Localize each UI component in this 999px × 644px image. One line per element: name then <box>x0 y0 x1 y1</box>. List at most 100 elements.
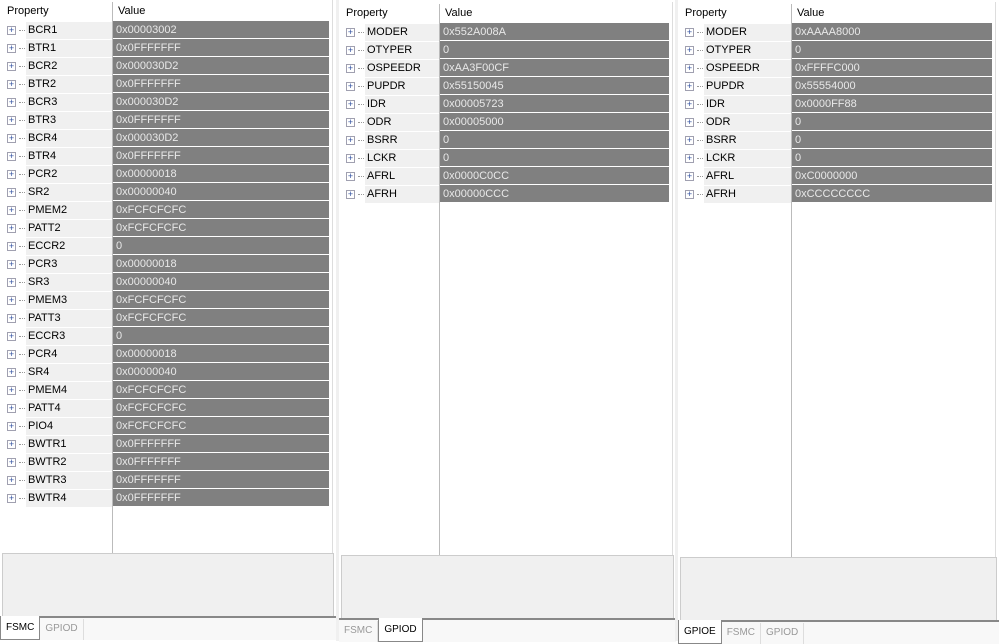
table-row[interactable]: + ECCR2 0 <box>1 237 332 255</box>
expand-plus-icon[interactable]: + <box>7 25 16 35</box>
table-row[interactable]: + BWTR2 0x0FFFFFFF <box>1 453 332 471</box>
table-row[interactable]: + BSRR 0 <box>679 131 995 149</box>
table-row[interactable]: + ODR 0 <box>679 113 995 131</box>
expand-plus-icon[interactable]: + <box>7 169 16 179</box>
expand-plus-icon[interactable]: + <box>685 99 694 109</box>
table-row[interactable]: + PMEM4 0xFCFCFCFC <box>1 381 332 399</box>
tab-gpioe[interactable]: GPIOE <box>678 620 722 644</box>
property-value[interactable]: 0x00000CCC <box>439 185 669 203</box>
table-row[interactable]: + PATT4 0xFCFCFCFC <box>1 399 332 417</box>
table-row[interactable]: + AFRH 0x00000CCC <box>340 185 672 203</box>
property-value[interactable]: 0x000030D2 <box>112 57 329 75</box>
property-value[interactable]: 0x000030D2 <box>112 129 329 147</box>
expand-plus-icon[interactable]: + <box>7 493 16 503</box>
expand-plus-icon[interactable]: + <box>7 295 16 305</box>
expand-plus-icon[interactable]: + <box>7 277 16 287</box>
table-row[interactable]: + SR2 0x00000040 <box>1 183 332 201</box>
property-value[interactable]: 0xCCCCCCCC <box>791 185 992 203</box>
property-value[interactable]: 0 <box>791 131 992 149</box>
table-row[interactable]: + PATT2 0xFCFCFCFC <box>1 219 332 237</box>
property-value[interactable]: 0 <box>439 149 669 167</box>
property-value[interactable]: 0x0FFFFFFF <box>112 75 329 93</box>
table-row[interactable]: + SR3 0x00000040 <box>1 273 332 291</box>
property-value[interactable]: 0xAAAA8000 <box>791 23 992 41</box>
value-column-header[interactable]: Value <box>112 5 145 17</box>
expand-plus-icon[interactable]: + <box>685 27 694 37</box>
expand-plus-icon[interactable]: + <box>346 81 355 91</box>
property-value[interactable]: 0xFCFCFCFC <box>112 291 329 309</box>
property-value[interactable]: 0x00005723 <box>439 95 669 113</box>
table-row[interactable]: + IDR 0x00005723 <box>340 95 672 113</box>
expand-plus-icon[interactable]: + <box>346 189 355 199</box>
property-value[interactable]: 0x00000018 <box>112 345 329 363</box>
property-value[interactable]: 0x0FFFFFFF <box>112 453 329 471</box>
table-row[interactable]: + BCR3 0x000030D2 <box>1 93 332 111</box>
property-column-header[interactable]: Property <box>340 7 439 19</box>
value-column-header[interactable]: Value <box>439 7 472 19</box>
expand-plus-icon[interactable]: + <box>346 117 355 127</box>
property-value[interactable]: 0xFCFCFCFC <box>112 381 329 399</box>
expand-plus-icon[interactable]: + <box>7 385 16 395</box>
table-row[interactable]: + BTR1 0x0FFFFFFF <box>1 39 332 57</box>
expand-plus-icon[interactable]: + <box>7 151 16 161</box>
expand-plus-icon[interactable]: + <box>7 259 16 269</box>
property-value[interactable]: 0x0FFFFFFF <box>112 39 329 57</box>
expand-plus-icon[interactable]: + <box>7 241 16 251</box>
expand-plus-icon[interactable]: + <box>685 153 694 163</box>
table-row[interactable]: + BCR1 0x00003002 <box>1 21 332 39</box>
property-value[interactable]: 0x00000040 <box>112 363 329 381</box>
expand-plus-icon[interactable]: + <box>346 45 355 55</box>
property-value[interactable]: 0xFFFFC000 <box>791 59 992 77</box>
property-value[interactable]: 0xAA3F00CF <box>439 59 669 77</box>
table-row[interactable]: + PUPDR 0x55150045 <box>340 77 672 95</box>
table-row[interactable]: + OTYPER 0 <box>340 41 672 59</box>
property-value[interactable]: 0x0FFFFFFF <box>112 147 329 165</box>
property-column-header[interactable]: Property <box>1 5 112 17</box>
expand-plus-icon[interactable]: + <box>7 43 16 53</box>
expand-plus-icon[interactable]: + <box>7 133 16 143</box>
expand-plus-icon[interactable]: + <box>7 475 16 485</box>
expand-plus-icon[interactable]: + <box>685 81 694 91</box>
table-row[interactable]: + BTR4 0x0FFFFFFF <box>1 147 332 165</box>
tab-gpiod[interactable]: GPIOD <box>378 618 423 642</box>
table-row[interactable]: + ECCR3 0 <box>1 327 332 345</box>
property-value[interactable]: 0 <box>112 327 329 345</box>
table-row[interactable]: + BSRR 0 <box>340 131 672 149</box>
expand-plus-icon[interactable]: + <box>685 171 694 181</box>
property-value[interactable]: 0x00005000 <box>439 113 669 131</box>
expand-plus-icon[interactable]: + <box>7 403 16 413</box>
table-row[interactable]: + MODER 0x552A008A <box>340 23 672 41</box>
property-value[interactable]: 0xFCFCFCFC <box>112 201 329 219</box>
table-row[interactable]: + AFRL 0xC0000000 <box>679 167 995 185</box>
expand-plus-icon[interactable]: + <box>7 331 16 341</box>
table-row[interactable]: + AFRH 0xCCCCCCCC <box>679 185 995 203</box>
expand-plus-icon[interactable]: + <box>346 135 355 145</box>
table-row[interactable]: + BWTR3 0x0FFFFFFF <box>1 471 332 489</box>
expand-plus-icon[interactable]: + <box>7 223 16 233</box>
table-row[interactable]: + PMEM3 0xFCFCFCFC <box>1 291 332 309</box>
property-value[interactable]: 0x0FFFFFFF <box>112 435 329 453</box>
property-value[interactable]: 0x00000040 <box>112 273 329 291</box>
table-row[interactable]: + SR4 0x00000040 <box>1 363 332 381</box>
tab-fsmc[interactable]: FSMC <box>339 621 379 642</box>
column-divider[interactable] <box>791 4 792 557</box>
expand-plus-icon[interactable]: + <box>685 45 694 55</box>
property-value[interactable]: 0xFCFCFCFC <box>112 219 329 237</box>
property-value[interactable]: 0 <box>439 41 669 59</box>
table-row[interactable]: + PIO4 0xFCFCFCFC <box>1 417 332 435</box>
expand-plus-icon[interactable]: + <box>7 79 16 89</box>
property-value[interactable]: 0 <box>112 237 329 255</box>
table-row[interactable]: + BCR2 0x000030D2 <box>1 57 332 75</box>
table-row[interactable]: + MODER 0xAAAA8000 <box>679 23 995 41</box>
property-value[interactable]: 0xC0000000 <box>791 167 992 185</box>
property-value[interactable]: 0x0000FF88 <box>791 95 992 113</box>
expand-plus-icon[interactable]: + <box>685 117 694 127</box>
table-row[interactable]: + PCR4 0x00000018 <box>1 345 332 363</box>
expand-plus-icon[interactable]: + <box>685 135 694 145</box>
table-row[interactable]: + LCKR 0 <box>340 149 672 167</box>
table-row[interactable]: + IDR 0x0000FF88 <box>679 95 995 113</box>
property-value[interactable]: 0x55150045 <box>439 77 669 95</box>
column-divider[interactable] <box>439 4 440 555</box>
table-row[interactable]: + OTYPER 0 <box>679 41 995 59</box>
expand-plus-icon[interactable]: + <box>7 439 16 449</box>
